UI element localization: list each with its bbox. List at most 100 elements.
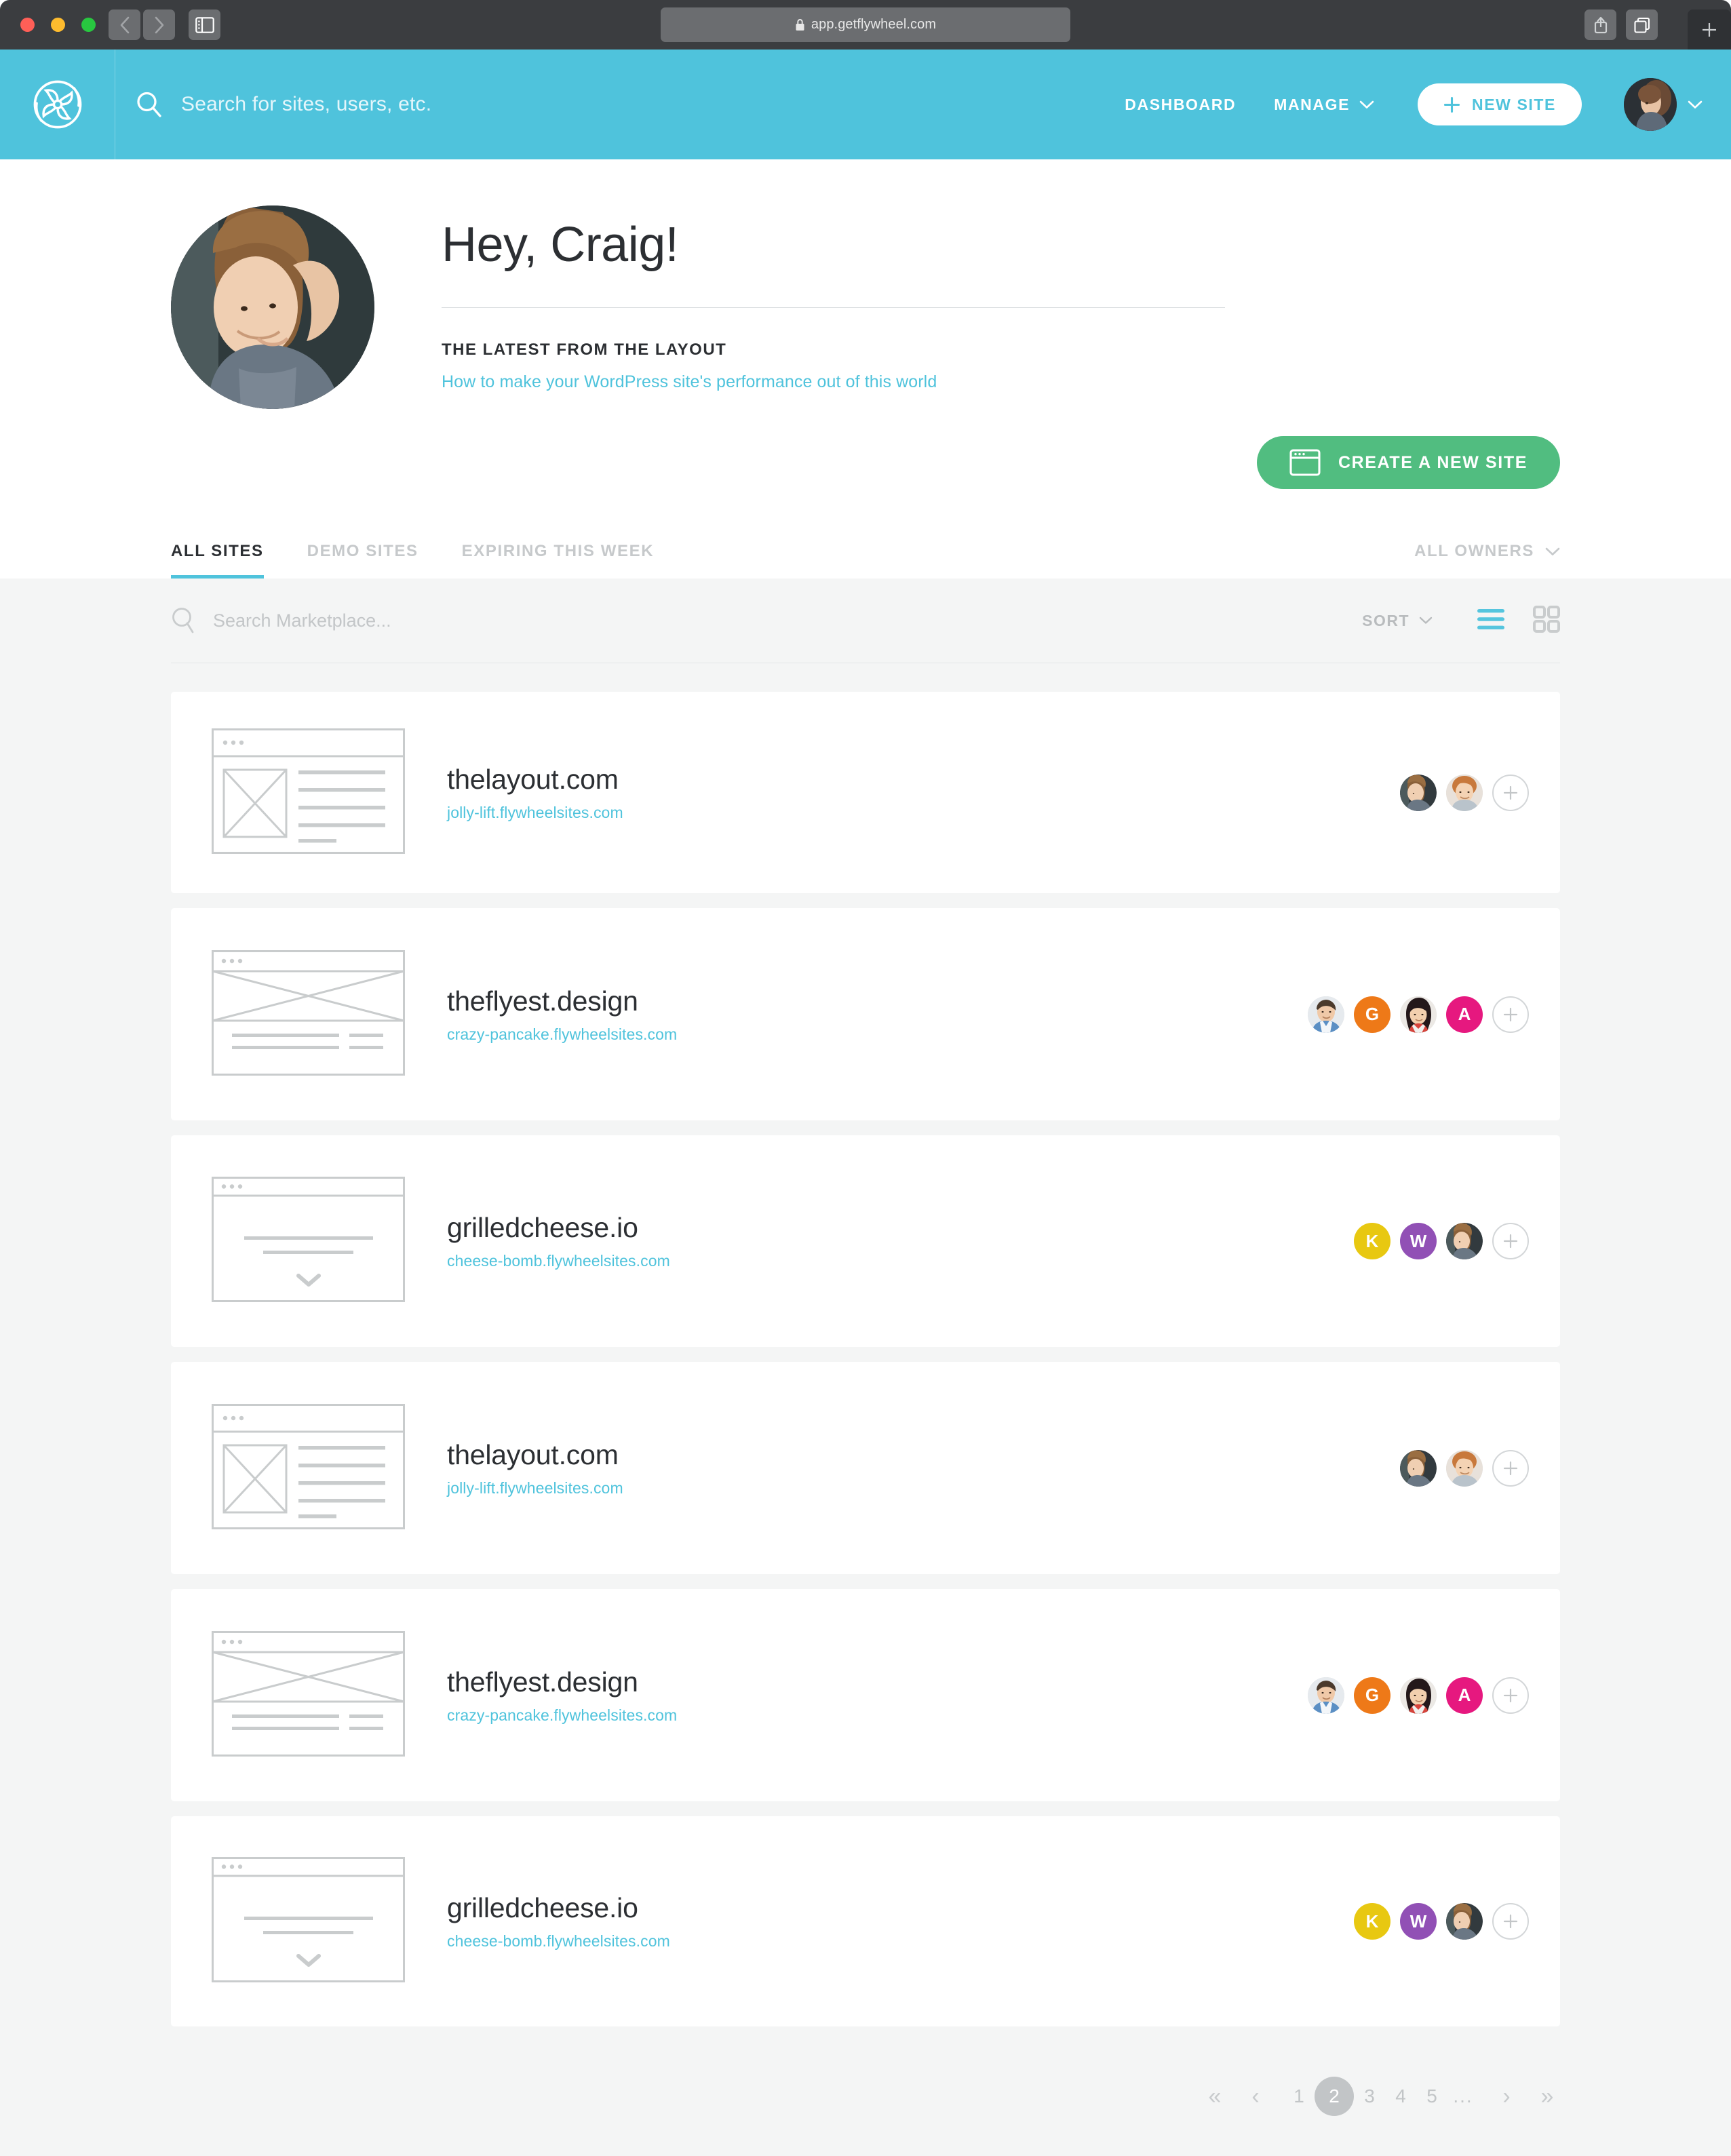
nav-dashboard[interactable]: DASHBOARD <box>1106 96 1255 114</box>
plus-icon <box>1503 1007 1518 1021</box>
site-card[interactable]: grilledcheese.io cheese-bomb.flywheelsit… <box>171 1135 1560 1347</box>
site-card[interactable]: grilledcheese.io cheese-bomb.flywheelsit… <box>171 1816 1560 2026</box>
collaborator-avatar[interactable]: A <box>1446 996 1483 1033</box>
collaborator-avatar[interactable] <box>1446 1903 1483 1940</box>
new-site-button[interactable]: NEW SITE <box>1418 83 1582 125</box>
user-photo <box>171 205 374 409</box>
site-collaborators: G A <box>1308 996 1529 1033</box>
nav-manage[interactable]: MANAGE <box>1255 96 1393 114</box>
tab-demo-sites[interactable]: DEMO SITES <box>286 542 440 579</box>
grid-view-button[interactable] <box>1533 605 1560 636</box>
add-collaborator-button[interactable] <box>1492 1903 1529 1940</box>
collaborator-avatar[interactable] <box>1400 996 1437 1033</box>
pagination-prev[interactable]: ‹ <box>1243 2077 1268 2116</box>
address-bar[interactable]: app.getflywheel.com <box>661 7 1070 42</box>
site-subdomain[interactable]: crazy-pancake.flywheelsites.com <box>447 1025 1308 1044</box>
site-subdomain[interactable]: jolly-lift.flywheelsites.com <box>447 804 1400 822</box>
add-collaborator-button[interactable] <box>1492 1223 1529 1259</box>
site-subdomain[interactable]: cheese-bomb.flywheelsites.com <box>447 1932 1354 1951</box>
list-view-button[interactable] <box>1476 607 1506 635</box>
create-new-site-button[interactable]: CREATE A NEW SITE <box>1256 436 1560 489</box>
collaborator-avatar[interactable] <box>1308 996 1344 1033</box>
close-window-button[interactable] <box>20 18 35 32</box>
header-nav: DASHBOARD MANAGE NEW SITE <box>1106 83 1582 125</box>
share-button[interactable] <box>1584 9 1616 40</box>
flywheel-logo[interactable] <box>0 50 115 159</box>
chevron-down-icon <box>1688 100 1703 109</box>
collaborator-avatar[interactable] <box>1446 774 1483 811</box>
collaborator-initial: G <box>1365 1004 1380 1024</box>
site-card[interactable]: theflyest.design crazy-pancake.flywheels… <box>171 908 1560 1120</box>
chevron-down-icon <box>1359 100 1374 109</box>
collaborator-avatar[interactable]: W <box>1400 1903 1437 1940</box>
site-subdomain[interactable]: cheese-bomb.flywheelsites.com <box>447 1252 1354 1270</box>
pagination-page-5[interactable]: 5 <box>1416 2077 1447 2116</box>
forward-button[interactable] <box>143 9 175 40</box>
owners-filter-dropdown[interactable]: ALL OWNERS <box>1414 542 1560 561</box>
collaborator-avatar[interactable] <box>1400 1449 1437 1487</box>
marketplace-search[interactable]: Search Marketplace... <box>171 606 1362 635</box>
add-collaborator-button[interactable] <box>1492 1449 1529 1487</box>
wireframe-hero-banner-icon <box>212 1630 405 1757</box>
collaborator-avatar[interactable]: G <box>1354 996 1390 1033</box>
search-icon <box>137 92 161 117</box>
collaborator-avatar[interactable] <box>1400 1677 1437 1714</box>
sidebar-toggle-button[interactable] <box>189 9 220 40</box>
site-thumbnail <box>212 1403 405 1533</box>
pagination-page-2[interactable]: 2 <box>1315 2077 1354 2116</box>
pagination-ellipsis: ... <box>1453 2085 1473 2106</box>
user-photo <box>1400 996 1437 1033</box>
collaborator-avatar[interactable]: G <box>1354 1677 1390 1714</box>
add-collaborator-button[interactable] <box>1492 774 1529 811</box>
site-thumbnail <box>212 949 405 1079</box>
collaborator-avatar[interactable] <box>1400 774 1437 811</box>
site-title: grilledcheese.io <box>447 1212 638 1243</box>
collaborator-avatar[interactable] <box>1446 1223 1483 1259</box>
site-card[interactable]: thelayout.com jolly-lift.flywheelsites.c… <box>171 692 1560 893</box>
pagination-page-4[interactable]: 4 <box>1385 2077 1416 2116</box>
site-subdomain[interactable]: crazy-pancake.flywheelsites.com <box>447 1706 1308 1725</box>
new-tab-button[interactable] <box>1688 9 1731 50</box>
user-photo <box>1308 1677 1344 1714</box>
pagination-page-3[interactable]: 3 <box>1354 2077 1385 2116</box>
wireframe-centered-text-icon <box>212 1857 405 1982</box>
site-title: thelayout.com <box>447 763 619 795</box>
back-button[interactable] <box>109 9 140 40</box>
collaborator-avatar[interactable]: A <box>1446 1677 1483 1714</box>
pagination-last[interactable]: » <box>1534 2077 1560 2116</box>
collaborator-avatar[interactable] <box>1308 1677 1344 1714</box>
plus-icon <box>1443 96 1460 113</box>
global-search[interactable]: Search for sites, users, etc. <box>135 90 1106 119</box>
minimize-window-button[interactable] <box>51 18 65 32</box>
site-subdomain[interactable]: jolly-lift.flywheelsites.com <box>447 1479 1400 1497</box>
tab-all-sites[interactable]: ALL SITES <box>171 542 286 579</box>
site-card[interactable]: theflyest.design crazy-pancake.flywheels… <box>171 1589 1560 1801</box>
pagination-next[interactable]: › <box>1494 2077 1519 2116</box>
share-icon <box>1594 16 1607 33</box>
show-tabs-button[interactable] <box>1626 9 1658 40</box>
collaborator-avatar[interactable]: K <box>1354 1223 1390 1259</box>
grid-view-icon <box>1533 605 1560 633</box>
pagination-page-1[interactable]: 1 <box>1283 2077 1315 2116</box>
plus-icon <box>1703 22 1716 37</box>
sort-dropdown[interactable]: SORT <box>1362 612 1433 630</box>
site-card[interactable]: thelayout.com jolly-lift.flywheelsites.c… <box>171 1362 1560 1574</box>
maximize-window-button[interactable] <box>81 18 96 32</box>
browser-chrome: app.getflywheel.com <box>0 0 1731 50</box>
latest-article-link[interactable]: How to make your WordPress site's perfor… <box>442 372 1225 392</box>
tab-all-sites-label: ALL SITES <box>171 542 264 560</box>
add-collaborator-button[interactable] <box>1492 996 1529 1033</box>
pagination-first[interactable]: « <box>1202 2077 1228 2116</box>
collaborator-avatar[interactable] <box>1446 1449 1483 1487</box>
account-menu[interactable] <box>1624 78 1703 131</box>
list-toolbar: Search Marketplace... SORT <box>171 579 1560 663</box>
tab-expiring-this-week[interactable]: EXPIRING THIS WEEK <box>440 542 676 579</box>
window-traffic-lights <box>20 18 96 32</box>
global-search-placeholder: Search for sites, users, etc. <box>181 93 432 115</box>
add-collaborator-button[interactable] <box>1492 1677 1529 1714</box>
chevron-down-icon <box>1419 616 1433 624</box>
user-photo <box>1446 1449 1483 1487</box>
collaborator-avatar[interactable]: K <box>1354 1903 1390 1940</box>
collaborator-initial: G <box>1365 1685 1380 1705</box>
collaborator-avatar[interactable]: W <box>1400 1223 1437 1259</box>
